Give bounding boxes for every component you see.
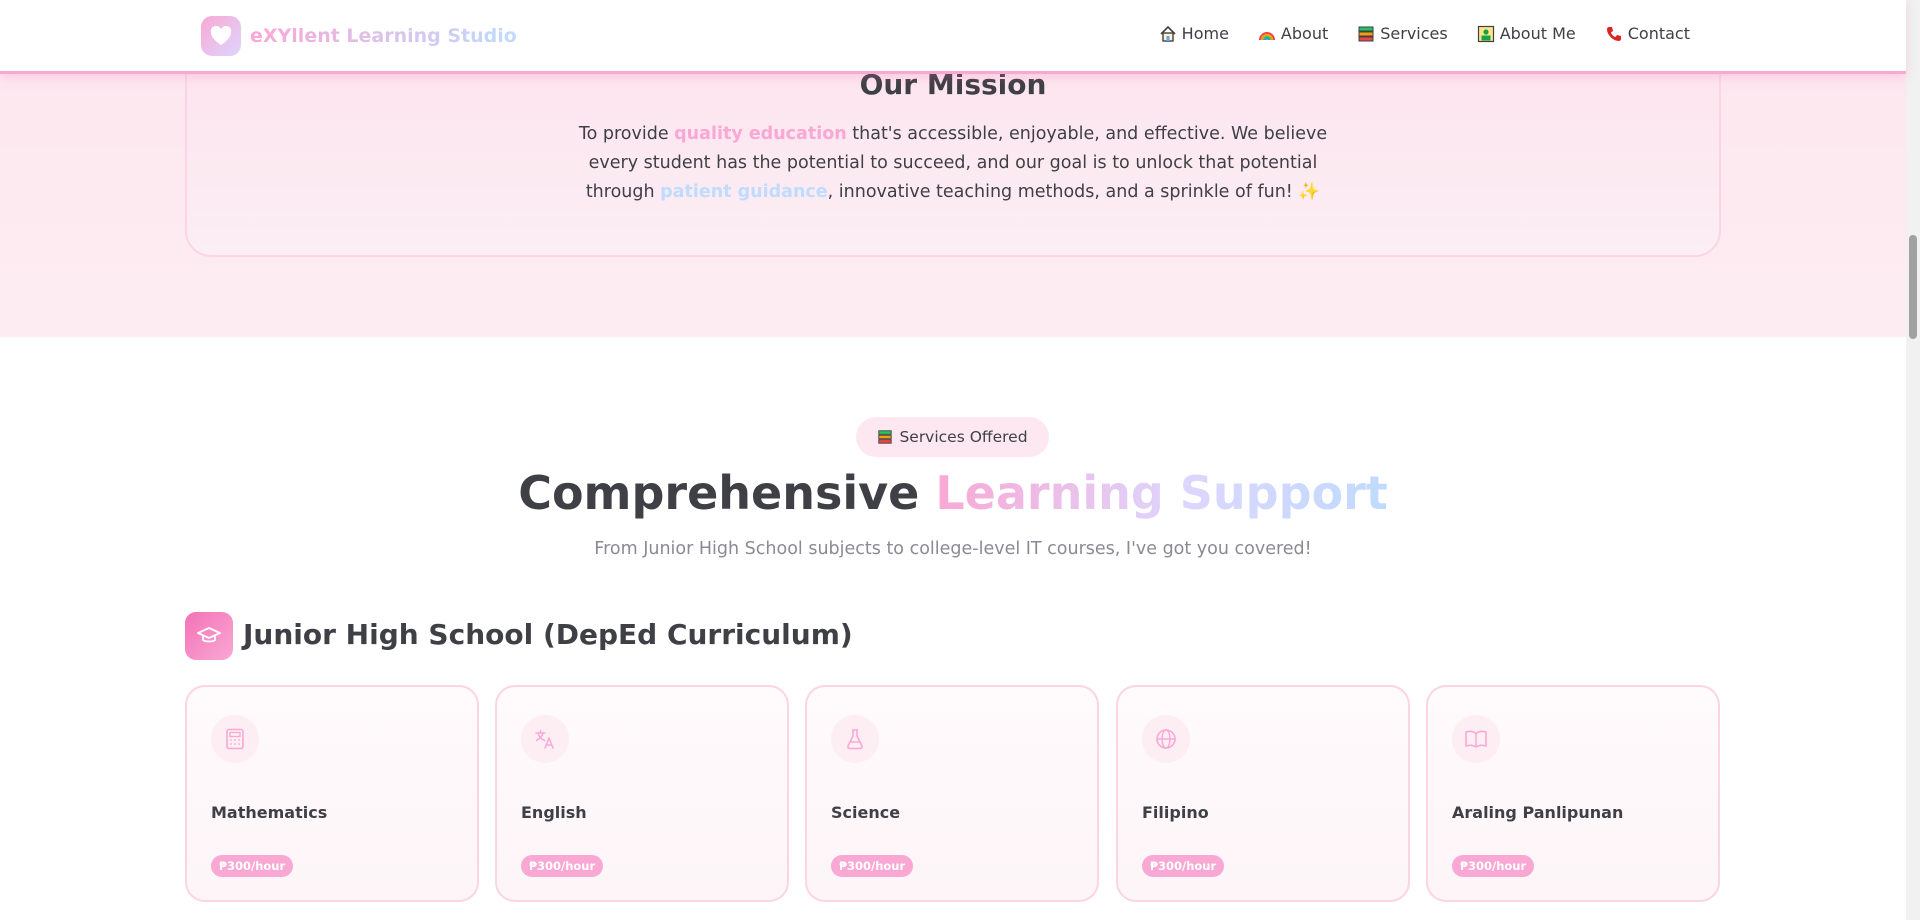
mission-highlight-guidance: patient guidance	[660, 182, 828, 202]
portrait-icon	[1477, 25, 1495, 43]
nav-about-me[interactable]: About Me	[1477, 24, 1576, 43]
services-heading: Comprehensive Learning Support	[0, 466, 1906, 520]
subject-name: Mathematics	[211, 803, 328, 822]
subject-name: English	[521, 803, 587, 822]
sparkles-icon: ✨	[1298, 182, 1321, 202]
mission-highlight-quality: quality education	[674, 124, 847, 144]
scrollbar[interactable]	[1906, 0, 1920, 920]
services-heading-gradient: Learning Support	[935, 466, 1388, 520]
services-heading-plain: Comprehensive	[518, 466, 936, 520]
nav-contact[interactable]: Contact	[1605, 24, 1690, 43]
books-icon	[877, 429, 893, 445]
books-icon	[1357, 25, 1375, 43]
calculator-icon	[211, 715, 259, 763]
subject-name: Science	[831, 803, 901, 822]
flask-icon	[831, 715, 879, 763]
subject-card-english[interactable]: English ₱300/hour	[495, 685, 789, 902]
book-open-icon	[1452, 715, 1500, 763]
brand[interactable]: eXYllent Learning Studio	[201, 16, 517, 56]
graduation-cap-icon	[185, 612, 233, 660]
scrollbar-thumb[interactable]	[1909, 235, 1917, 339]
subject-card-araling-panlipunan[interactable]: Araling Panlipunan ₱300/hour	[1426, 685, 1720, 902]
price-badge: ₱300/hour	[1142, 855, 1225, 877]
navbar: eXYllent Learning Studio Home About Serv…	[0, 0, 1906, 74]
nav-about-me-label: About Me	[1499, 24, 1576, 43]
nav-about[interactable]: About	[1258, 24, 1328, 43]
nav-services[interactable]: Services	[1357, 24, 1448, 43]
heart-icon	[201, 16, 241, 56]
nav-links: Home About Services About Me Contact	[1130, 24, 1690, 43]
nav-services-label: Services	[1380, 24, 1448, 43]
price-badge: ₱300/hour	[521, 855, 604, 877]
translate-icon	[521, 715, 569, 763]
globe-icon	[1142, 715, 1190, 763]
services-badge-label: Services Offered	[899, 428, 1028, 446]
nav-about-label: About	[1280, 24, 1329, 43]
phone-icon	[1605, 25, 1623, 43]
price-badge: ₱300/hour	[211, 855, 294, 877]
subject-card-filipino[interactable]: Filipino ₱300/hour	[1116, 685, 1410, 902]
subject-name: Filipino	[1142, 803, 1209, 822]
subject-card-mathematics[interactable]: Mathematics ₱300/hour	[185, 685, 479, 902]
services-badge: Services Offered	[856, 417, 1049, 457]
rainbow-icon	[1258, 25, 1276, 43]
nav-home[interactable]: Home	[1159, 24, 1229, 43]
mission-text-part: To provide	[578, 124, 675, 144]
mission-text: To provide quality education that's acce…	[565, 120, 1341, 207]
nav-home-label: Home	[1181, 24, 1229, 43]
price-badge: ₱300/hour	[831, 855, 914, 877]
subject-name: Araling Panlipunan	[1452, 803, 1624, 822]
house-icon	[1159, 25, 1177, 43]
brand-name: eXYllent Learning Studio	[250, 25, 517, 47]
category-title: Junior High School (DepEd Curriculum)	[243, 618, 853, 651]
services-subtitle: From Junior High School subjects to coll…	[594, 539, 1312, 559]
nav-contact-label: Contact	[1627, 24, 1690, 43]
mission-text-part: , innovative teaching methods, and a spr…	[827, 182, 1299, 202]
price-badge: ₱300/hour	[1452, 855, 1535, 877]
subject-card-science[interactable]: Science ₱300/hour	[805, 685, 1099, 902]
